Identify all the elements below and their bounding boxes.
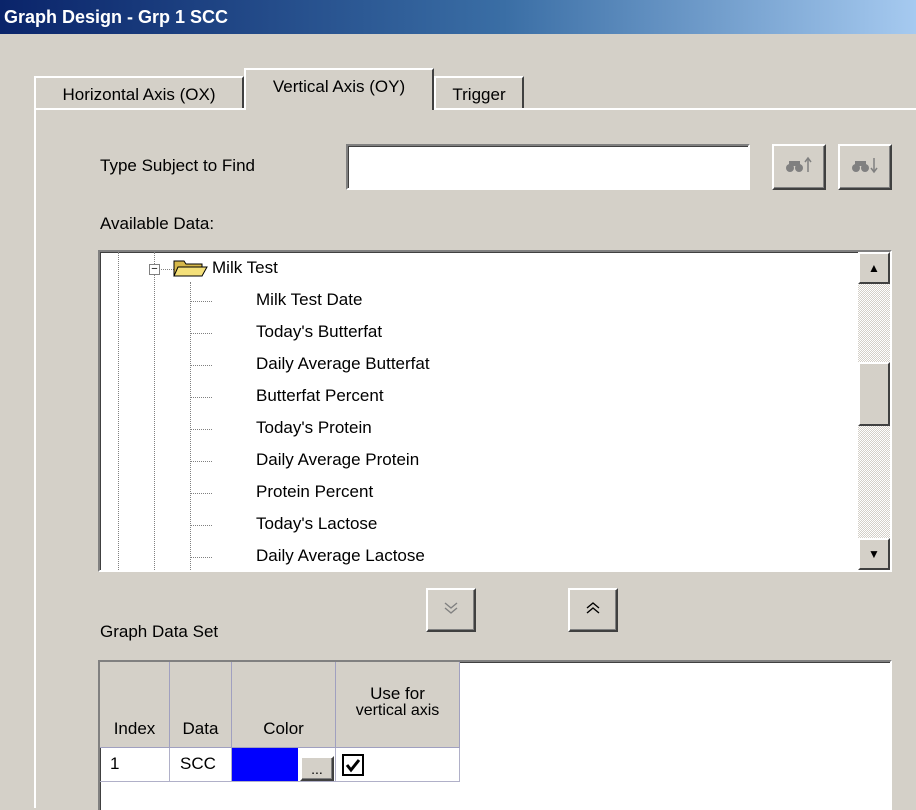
- checkmark-icon: [345, 759, 361, 773]
- cell-index: 1: [100, 748, 170, 782]
- column-header-index[interactable]: Index: [100, 662, 170, 748]
- tree-item[interactable]: Today's Lactose: [256, 514, 377, 534]
- column-header-color[interactable]: Color: [232, 662, 336, 748]
- tree-scrollbar[interactable]: ▲ ▼: [858, 252, 890, 570]
- tab-label: Vertical Axis (OY): [272, 77, 406, 96]
- available-data-label: Available Data:: [100, 214, 215, 233]
- column-header-use-for-vertical-axis[interactable]: Use for vertical axis: [336, 662, 460, 748]
- binoculars-down-icon: [851, 156, 879, 178]
- tree-folder-milk-test[interactable]: Milk Test: [212, 258, 278, 278]
- binoculars-up-icon: [785, 156, 813, 178]
- graph-data-set-grid: Index Data Color Use for vertical axis 1…: [98, 660, 892, 810]
- color-swatch[interactable]: [232, 748, 298, 781]
- tab-trigger[interactable]: Trigger: [434, 76, 524, 110]
- graph-data-set-label: Graph Data Set: [100, 622, 219, 641]
- tree-item[interactable]: Today's Protein: [256, 418, 372, 438]
- double-chevron-up-icon: [585, 600, 601, 620]
- available-data-tree[interactable]: − Milk Test Milk Test Date Today's Butte…: [98, 250, 892, 572]
- find-down-button[interactable]: [838, 144, 892, 190]
- arrow-up-icon: ▲: [868, 261, 880, 275]
- scroll-down-button[interactable]: ▼: [858, 538, 890, 570]
- tree-item[interactable]: Daily Average Butterfat: [256, 354, 430, 374]
- cell-data: SCC: [170, 748, 232, 782]
- collapse-toggle-icon[interactable]: −: [149, 264, 160, 275]
- tab-label: Horizontal Axis (OX): [62, 85, 216, 104]
- cell-color: ...: [232, 748, 336, 782]
- column-header-data[interactable]: Data: [170, 662, 232, 748]
- tree-item[interactable]: Protein Percent: [256, 482, 373, 502]
- scroll-thumb[interactable]: [858, 362, 890, 426]
- find-up-button[interactable]: [772, 144, 826, 190]
- tree-item[interactable]: Milk Test Date: [256, 290, 362, 310]
- add-to-data-set-button[interactable]: [426, 588, 476, 632]
- use-for-vertical-axis-checkbox[interactable]: [342, 754, 364, 776]
- tab-label: Trigger: [452, 85, 506, 104]
- window-title-bar: Graph Design - Grp 1 SCC: [0, 0, 916, 34]
- scroll-up-button[interactable]: ▲: [858, 252, 890, 284]
- search-label: Type Subject to Find: [100, 156, 255, 175]
- tree-content: − Milk Test Milk Test Date Today's Butte…: [100, 252, 860, 570]
- open-folder-icon: [172, 256, 208, 285]
- remove-from-data-set-button[interactable]: [568, 588, 618, 632]
- double-chevron-down-icon: [443, 600, 459, 620]
- tree-item[interactable]: Daily Average Protein: [256, 450, 419, 470]
- cell-use-for-vertical-axis: [336, 748, 460, 782]
- tab-strip: Horizontal Axis (OX) Vertical Axis (OY) …: [0, 66, 916, 110]
- color-picker-button[interactable]: ...: [300, 756, 334, 781]
- search-input[interactable]: [346, 144, 750, 190]
- tab-horizontal-axis[interactable]: Horizontal Axis (OX): [34, 76, 244, 110]
- window-title: Graph Design - Grp 1 SCC: [4, 7, 229, 27]
- tab-vertical-axis[interactable]: Vertical Axis (OY): [244, 68, 434, 110]
- tree-item[interactable]: Today's Butterfat: [256, 322, 382, 342]
- tree-item[interactable]: Daily Average Lactose: [256, 546, 425, 566]
- tree-item[interactable]: Butterfat Percent: [256, 386, 384, 406]
- arrow-down-icon: ▼: [868, 547, 880, 561]
